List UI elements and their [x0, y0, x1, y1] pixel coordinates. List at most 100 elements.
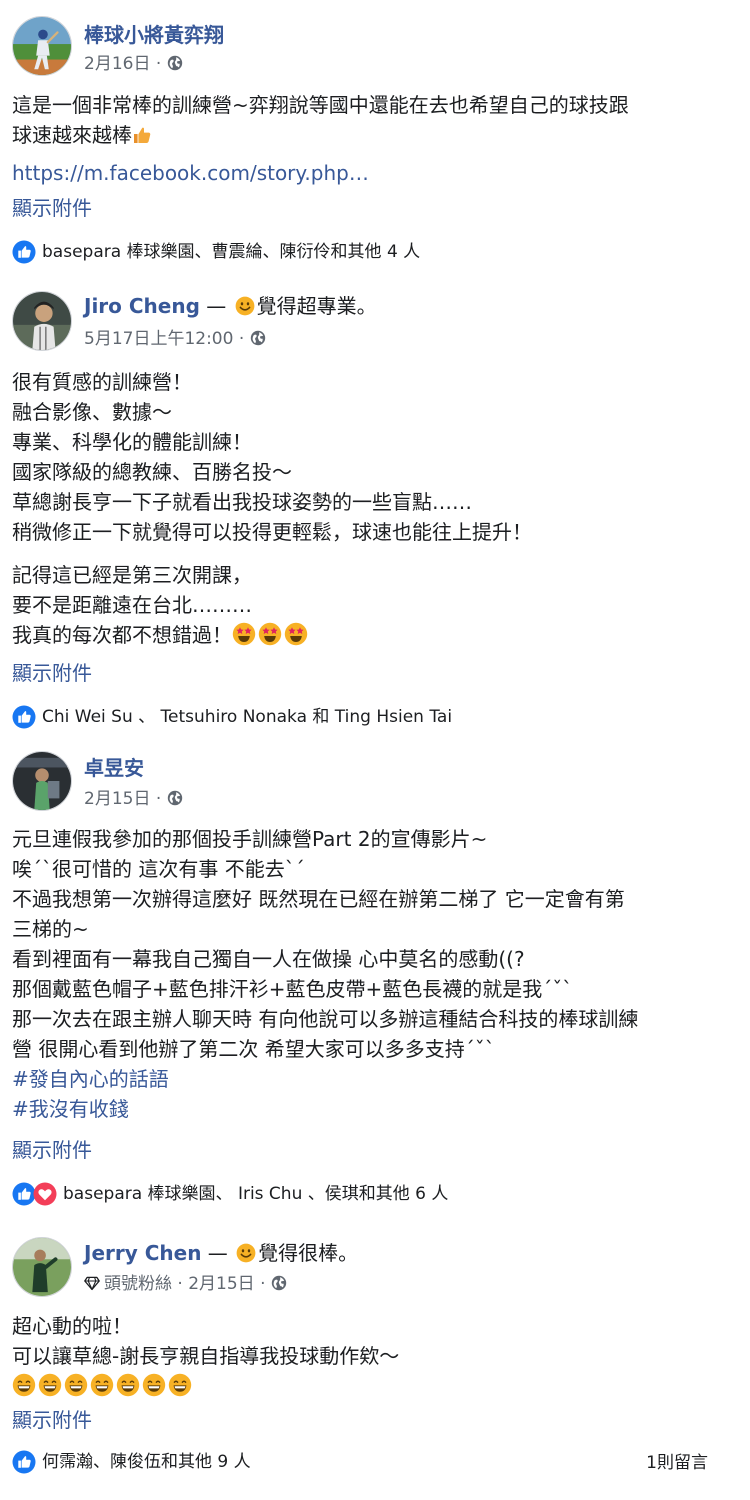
- post-date[interactable]: 2月15日: [84, 789, 150, 809]
- show-attachments-link[interactable]: 顯示附件: [12, 660, 92, 686]
- body-line: 不過我想第一次辦得這麼好 既然現在已經在辦第二梯了 它一定會有第: [12, 887, 625, 911]
- star-struck-emoji: [258, 622, 282, 646]
- author-name[interactable]: Jiro Cheng: [84, 294, 200, 318]
- post-meta: 5月17日上午12:00 ·: [84, 328, 266, 350]
- post-meta: 2月15日 ·: [84, 788, 183, 810]
- meta-separator: ·: [150, 789, 167, 809]
- globe-icon[interactable]: [250, 330, 266, 346]
- author-feeling-separator: —: [199, 294, 233, 318]
- body-line: 要不是距離遠在台北………: [12, 593, 252, 617]
- top-fan-badge[interactable]: 頭號粉絲: [104, 1274, 172, 1294]
- post-date[interactable]: 5月17日上午12:00: [84, 329, 233, 349]
- grinning-emoji: [38, 1373, 62, 1397]
- reactions-names[interactable]: basepara 棒球樂園、曹震綸、陳衍伶和其他 4 人: [42, 241, 420, 263]
- body-line: 超心動的啦！: [12, 1314, 132, 1338]
- feeling-text[interactable]: 覺得超專業。: [257, 294, 377, 318]
- author-line: Jiro Cheng — 覺得超專業。: [84, 293, 377, 319]
- post-2: Jiro Cheng — 覺得超專業。 5月17日上午12:00 · 很有質感的…: [0, 275, 750, 735]
- reactions-names[interactable]: basepara 棒球樂園、 Iris Chu 、侯琪和其他 6 人: [63, 1183, 448, 1205]
- post-meta: 頭號粉絲 · 2月15日 ·: [84, 1273, 287, 1295]
- reactions-summary[interactable]: Chi Wei Su 、 Tetsuhiro Nonaka 和 Ting Hsi…: [12, 705, 452, 729]
- reactions-names[interactable]: Chi Wei Su 、 Tetsuhiro Nonaka 和 Ting Hsi…: [42, 706, 452, 728]
- post-date[interactable]: 2月16日: [84, 54, 150, 74]
- author-feeling-separator: —: [201, 1241, 235, 1265]
- body-line: 稍微修正一下就覺得可以投得更輕鬆，球速也能往上提升！: [12, 520, 532, 544]
- like-icon: [12, 705, 36, 729]
- post-link[interactable]: https://m.facebook.com/story.php…: [12, 158, 726, 188]
- globe-icon[interactable]: [167, 55, 183, 71]
- grinning-emoji: [168, 1373, 192, 1397]
- body-line: 球速越來越棒: [12, 120, 726, 150]
- author-line: Jerry Chen — 覺得很棒。: [84, 1240, 358, 1266]
- post-body: 元旦連假我參加的那個投手訓練營Part 2的宣傳影片~ 唉ˊˋ很可惜的 這次有事…: [12, 824, 726, 1124]
- body-line: 看到裡面有一幕我自己獨自一人在做操 心中莫名的感動((?: [12, 947, 525, 971]
- diamond-icon: [84, 1275, 100, 1291]
- post-meta: 2月16日 ·: [84, 53, 183, 75]
- post-date[interactable]: 2月15日: [188, 1274, 254, 1294]
- body-line: 三梯的~: [12, 917, 89, 941]
- grinning-emoji: [236, 1243, 256, 1263]
- comments-count-link[interactable]: 1則留言: [646, 1452, 708, 1474]
- body-line: 國家隊級的總教練、百勝名投～: [12, 460, 292, 484]
- body-line: 營 很開心看到他辦了第二次 希望大家可以多多支持ˊˇˋ: [12, 1037, 495, 1061]
- body-line: 記得這已經是第三次開課，: [12, 563, 252, 587]
- post-link-wrap: https://m.facebook.com/story.php…: [12, 158, 726, 188]
- grinning-emoji: [12, 1373, 36, 1397]
- meta-separator: ·: [254, 1274, 271, 1294]
- author-line: 棒球小將黃弈翔: [84, 22, 224, 48]
- emoji-line: [12, 1371, 726, 1401]
- avatar[interactable]: [12, 751, 72, 811]
- post-body: 超心動的啦！ 可以讓草總-謝長亨親自指導我投球動作欸～: [12, 1311, 726, 1401]
- body-line: 可以讓草總-謝長亨親自指導我投球動作欸～: [12, 1344, 400, 1368]
- post-body: 很有質感的訓練營！ 融合影像、數據～ 專業、科學化的體能訓練！ 國家隊級的總教練…: [12, 367, 726, 547]
- author-line: 卓昱安: [84, 755, 144, 781]
- hashtag-link[interactable]: #我沒有收錢: [12, 1094, 726, 1124]
- star-struck-emoji: [232, 622, 256, 646]
- feeling-text[interactable]: 覺得很棒。: [258, 1241, 358, 1265]
- hashtag-link[interactable]: #發自內心的話語: [12, 1064, 726, 1094]
- post-3: 卓昱安 2月15日 · 元旦連假我參加的那個投手訓練營Part 2的宣傳影片~ …: [0, 735, 750, 1225]
- author-name[interactable]: 卓昱安: [84, 756, 144, 780]
- reactions-names[interactable]: 何霈瀚、陳俊伍和其他 9 人: [42, 1451, 251, 1473]
- author-name[interactable]: Jerry Chen: [84, 1241, 201, 1265]
- reactions-summary[interactable]: basepara 棒球樂園、 Iris Chu 、侯琪和其他 6 人: [12, 1182, 448, 1206]
- body-line: 那一次去在跟主辦人聊天時 有向他說可以多辦這種結合科技的棒球訓練: [12, 1007, 639, 1031]
- show-attachments-link[interactable]: 顯示附件: [12, 195, 92, 221]
- body-line: 草總謝長亨一下子就看出我投球姿勢的一些盲點……: [12, 490, 472, 514]
- avatar[interactable]: [12, 1237, 72, 1297]
- like-icon: [12, 1450, 36, 1474]
- grinning-emoji: [90, 1373, 114, 1397]
- grinning-emoji: [142, 1373, 166, 1397]
- love-icon: [33, 1182, 57, 1206]
- post-body: 這是一個非常棒的訓練營~弈翔說等國中還能在去也希望自己的球技跟 球速越來越棒: [12, 90, 726, 150]
- author-name[interactable]: 棒球小將黃弈翔: [84, 23, 224, 47]
- post-4: Jerry Chen — 覺得很棒。 頭號粉絲 · 2月15日 · 超心動的啦！…: [0, 1225, 750, 1500]
- post-body-paragraph-2: 記得這已經是第三次開課， 要不是距離遠在台北……… 我真的每次都不想錯過！: [12, 560, 726, 650]
- grinning-emoji: [116, 1373, 140, 1397]
- meta-separator: ·: [233, 329, 250, 349]
- body-line: 唉ˊˋ很可惜的 這次有事 不能去ˋˊ: [12, 857, 305, 881]
- reactions-summary[interactable]: 何霈瀚、陳俊伍和其他 9 人: [12, 1450, 251, 1474]
- globe-icon[interactable]: [167, 790, 183, 806]
- like-icon: [12, 240, 36, 264]
- body-line: 融合影像、數據～: [12, 400, 172, 424]
- body-line-text: 球速越來越棒: [12, 123, 132, 147]
- body-line: 那個戴藍色帽子+藍色排汗衫+藍色皮帶+藍色長襪的就是我ˊˇˋ: [12, 977, 573, 1001]
- star-struck-emoji: [284, 622, 308, 646]
- meta-separator: ·: [172, 1274, 189, 1294]
- body-line: 這是一個非常棒的訓練營~弈翔說等國中還能在去也希望自己的球技跟: [12, 93, 629, 117]
- globe-icon[interactable]: [271, 1275, 287, 1291]
- smile-emoji: [235, 296, 255, 316]
- body-line: 我真的每次都不想錯過！: [12, 620, 726, 650]
- body-line-text: 我真的每次都不想錯過！: [12, 623, 232, 647]
- body-line: 很有質感的訓練營！: [12, 370, 192, 394]
- meta-separator: ·: [150, 54, 167, 74]
- reactions-summary[interactable]: basepara 棒球樂園、曹震綸、陳衍伶和其他 4 人: [12, 240, 420, 264]
- avatar[interactable]: [12, 16, 72, 76]
- body-line: 元旦連假我參加的那個投手訓練營Part 2的宣傳影片~: [12, 827, 488, 851]
- show-attachments-link[interactable]: 顯示附件: [12, 1407, 92, 1433]
- show-attachments-link[interactable]: 顯示附件: [12, 1137, 92, 1163]
- thumbs-up-emoji: [132, 125, 152, 145]
- post-1: 棒球小將黃弈翔 2月16日 · 這是一個非常棒的訓練營~弈翔說等國中還能在去也希…: [0, 0, 750, 275]
- avatar[interactable]: [12, 291, 72, 351]
